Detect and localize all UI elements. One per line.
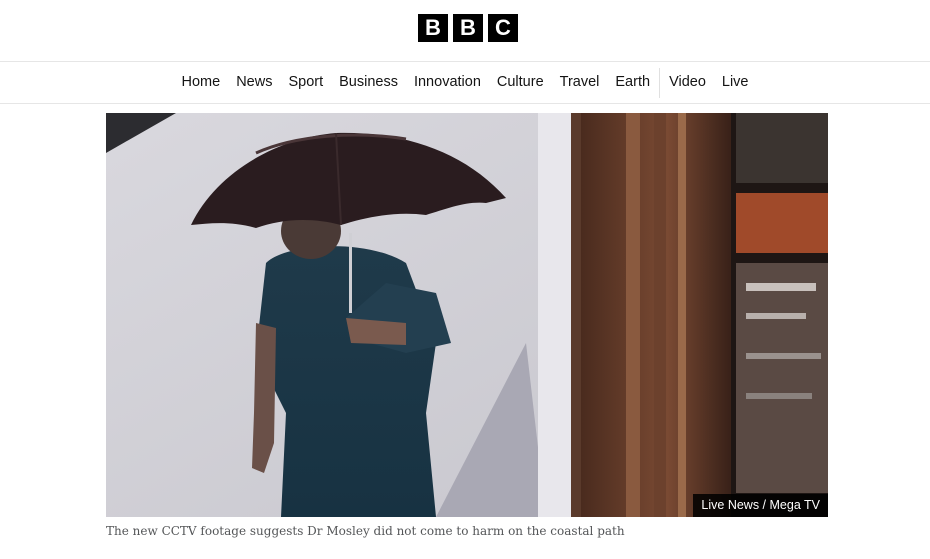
- nav-item-live[interactable]: Live: [714, 62, 757, 103]
- logo-letter-b2: B: [453, 14, 483, 42]
- article-image: Live News / Mega TV: [106, 113, 828, 517]
- nav-item-news[interactable]: News: [228, 62, 280, 103]
- image-caption: The new CCTV footage suggests Dr Mosley …: [106, 524, 625, 538]
- nav-item-travel[interactable]: Travel: [552, 62, 608, 103]
- cctv-still-image: [106, 113, 828, 517]
- nav-divider: [659, 67, 661, 98]
- logo-letter-b1: B: [418, 14, 448, 42]
- nav-item-business[interactable]: Business: [331, 62, 406, 103]
- nav-item-innovation[interactable]: Innovation: [406, 62, 489, 103]
- nav-item-sport[interactable]: Sport: [280, 62, 331, 103]
- main-navigation: Home News Sport Business Innovation Cult…: [0, 62, 930, 104]
- site-header: B B C: [0, 0, 930, 62]
- logo-letter-c: C: [488, 14, 518, 42]
- nav-item-video[interactable]: Video: [661, 62, 714, 103]
- nav-item-home[interactable]: Home: [174, 62, 229, 103]
- nav-item-earth[interactable]: Earth: [607, 62, 658, 103]
- nav-item-culture[interactable]: Culture: [489, 62, 552, 103]
- image-credit: Live News / Mega TV: [693, 494, 828, 517]
- bbc-logo[interactable]: B B C: [418, 14, 518, 42]
